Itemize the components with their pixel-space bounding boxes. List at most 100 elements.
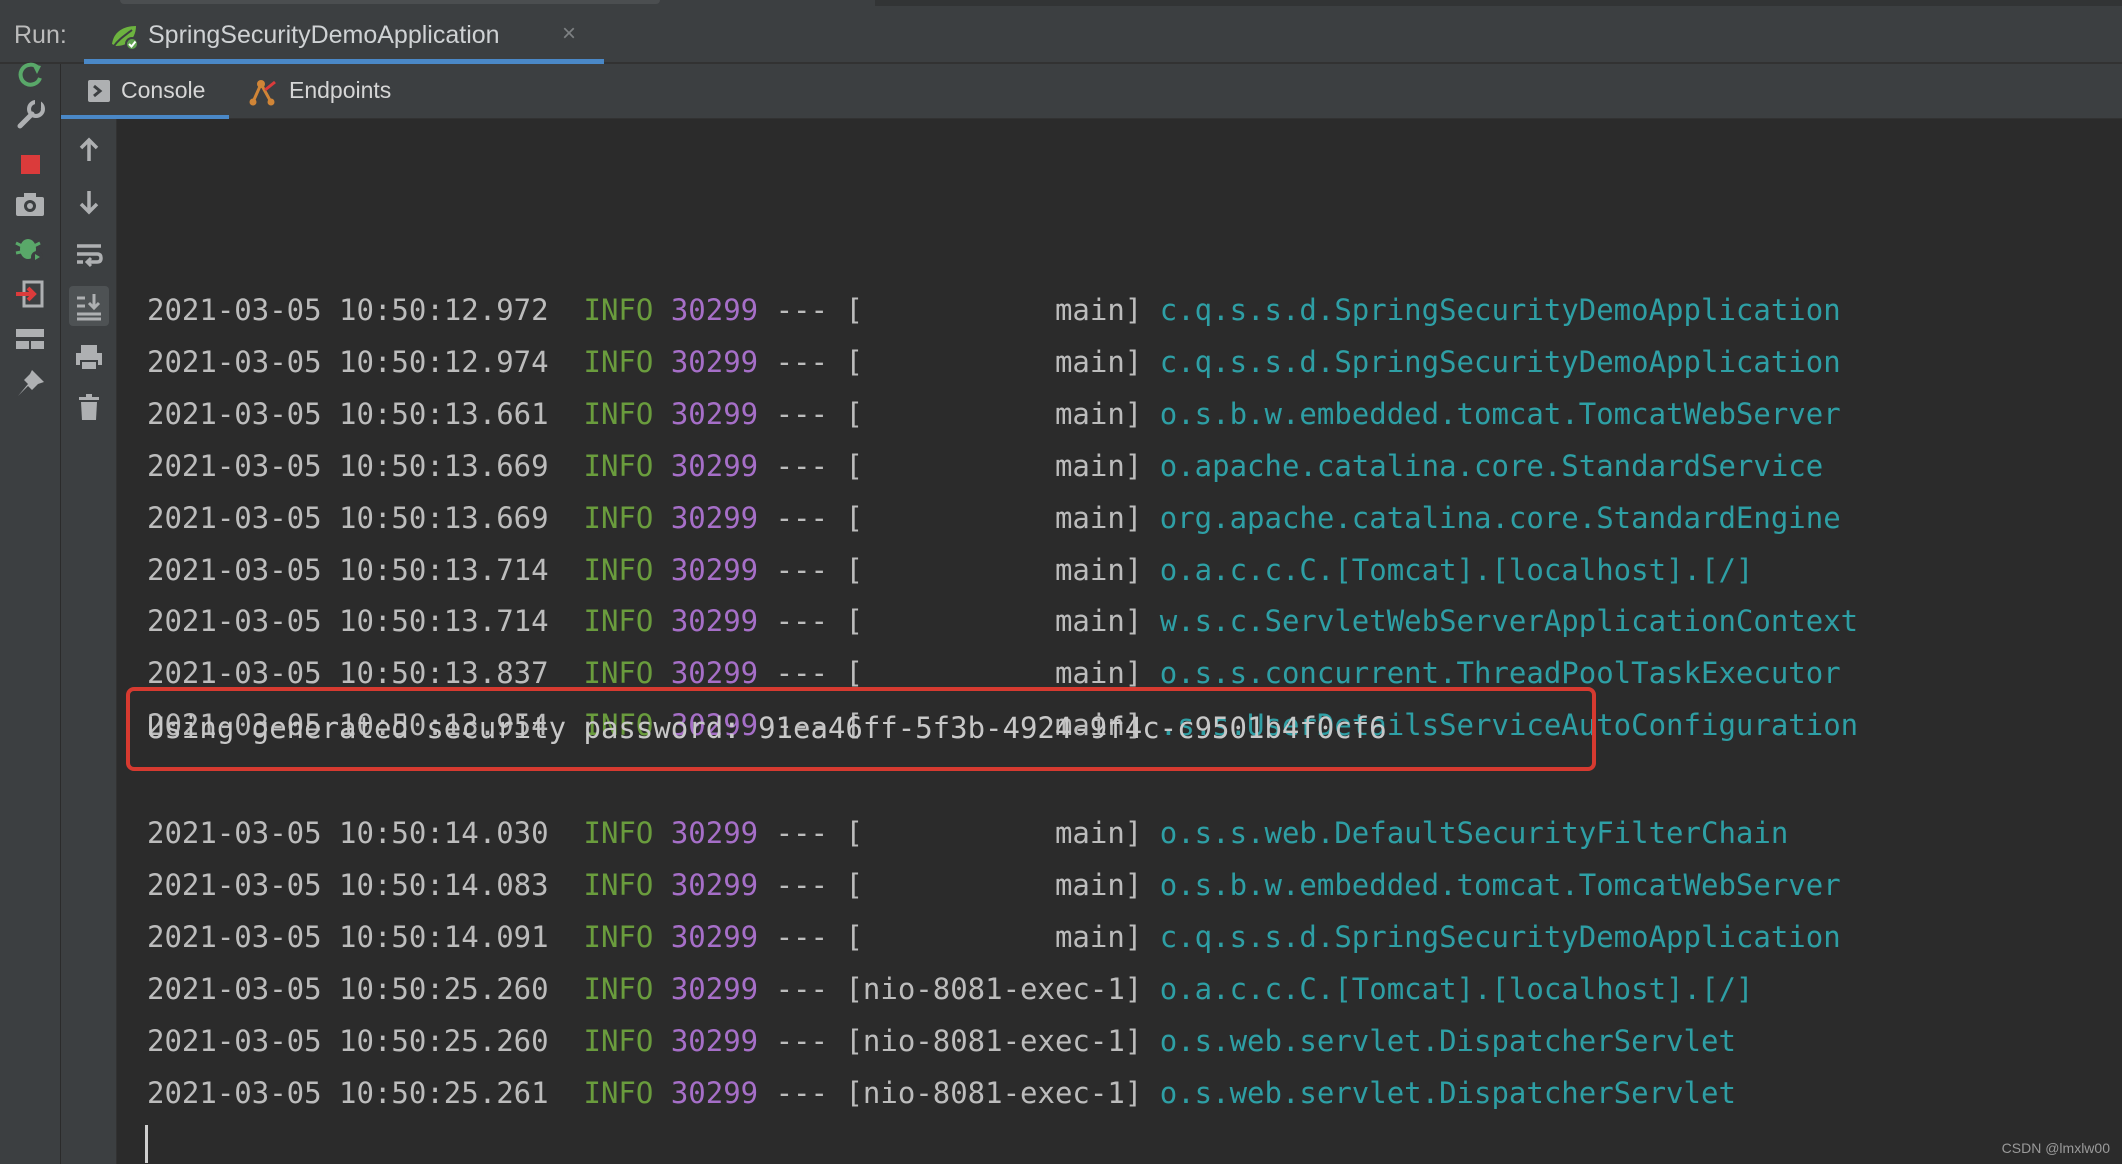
console-output[interactable]: · · 2021-03-05 10:50:12.972 INFO 30299 -… [117, 119, 2122, 1164]
log-line: 2021-03-05 10:50:25.260 INFO 30299 --- [… [147, 967, 1753, 1011]
top-strip-segment [120, 0, 660, 4]
tab-endpoints[interactable]: Endpoints [247, 64, 397, 118]
console-icon [88, 80, 110, 102]
close-tab-icon[interactable]: × [562, 20, 576, 48]
exit-icon[interactable] [10, 274, 50, 314]
log-level: INFO [583, 293, 654, 327]
run-toolbar [0, 62, 61, 1164]
log-separator: --- [775, 919, 828, 954]
camera-icon[interactable] [10, 184, 50, 224]
rerun-icon[interactable] [10, 54, 50, 94]
log-level: INFO [583, 396, 654, 431]
run-label: Run: [14, 21, 67, 49]
print-icon[interactable] [69, 337, 109, 377]
log-pid: 30299 [670, 448, 759, 483]
log-thread: [ main] [845, 396, 1143, 431]
log-line: 2021-03-05 10:50:25.260 INFO 30299 --- [… [147, 1019, 1736, 1063]
log-thread: [nio-8081-exec-1] [845, 1075, 1143, 1110]
log-logger: o.s.s.concurrent.ThreadPoolTaskExecutor [1159, 656, 1841, 691]
pin-icon[interactable] [10, 364, 50, 404]
log-separator: --- [775, 344, 828, 379]
soft-wrap-icon[interactable] [69, 234, 109, 274]
wrench-icon[interactable] [10, 94, 50, 134]
log-timestamp: 2021-03-05 10:50:13.669 [147, 500, 549, 535]
log-thread: [ main] [845, 867, 1143, 902]
log-thread: [ main] [845, 500, 1143, 535]
log-pid: 30299 [670, 816, 759, 850]
log-timestamp: 2021-03-05 10:50:25.261 [147, 1075, 549, 1110]
arrow-up-icon[interactable] [69, 130, 109, 170]
tab-console[interactable]: Console [61, 64, 229, 119]
run-configuration-tab[interactable]: SpringSecurityDemoApplication × [84, 8, 604, 64]
arrow-down-icon[interactable] [69, 182, 109, 222]
log-pid: 30299 [670, 656, 759, 691]
log-timestamp: 2021-03-05 10:50:14.083 [147, 867, 549, 902]
log-thread: [ main] [845, 552, 1143, 587]
generated-password-line: Using generated security password: 91ea4… [147, 711, 1387, 745]
log-logger: c.q.s.s.d.SpringSecurityDemoApplication [1159, 293, 1841, 327]
log-thread: [ main] [845, 293, 1143, 327]
log-separator: --- [775, 1075, 828, 1110]
log-level: INFO [583, 552, 654, 587]
log-logger: c.q.s.s.d.SpringSecurityDemoApplication [1159, 919, 1841, 954]
endpoints-icon [249, 80, 276, 106]
log-level: INFO [583, 919, 654, 954]
log-pid: 30299 [670, 1023, 759, 1058]
debug-icon[interactable] [10, 229, 50, 269]
log-level: INFO [583, 1023, 654, 1058]
log-timestamp: 2021-03-05 10:50:13.669 [147, 448, 549, 483]
log-pid: 30299 [670, 552, 759, 587]
log-thread: [ main] [845, 656, 1143, 691]
log-thread: [ main] [845, 448, 1143, 483]
log-level: INFO [583, 500, 654, 535]
log-level: INFO [583, 344, 654, 379]
log-line: 2021-03-05 10:50:14.083 INFO 30299 --- [… [147, 863, 1841, 907]
log-separator: --- [775, 396, 828, 431]
log-level: INFO [583, 604, 654, 639]
log-separator: --- [775, 656, 828, 691]
log-timestamp: 2021-03-05 10:50:25.260 [147, 971, 549, 1006]
log-logger: w.s.c.ServletWebServerApplicationContext [1159, 604, 1859, 639]
spring-boot-icon [112, 26, 139, 51]
log-timestamp: 2021-03-05 10:50:13.661 [147, 396, 549, 431]
log-thread: [ main] [845, 816, 1143, 850]
layout-icon[interactable] [10, 319, 50, 359]
log-logger: c.q.s.s.d.SpringSecurityDemoApplication [1159, 344, 1841, 379]
log-logger: o.apache.catalina.core.StandardService [1159, 448, 1824, 483]
log-timestamp: 2021-03-05 10:50:13.837 [147, 656, 549, 691]
log-separator: --- [775, 500, 828, 535]
scroll-to-end-icon[interactable] [69, 286, 109, 326]
log-line: 2021-03-05 10:50:13.714 INFO 30299 --- [… [147, 548, 1753, 592]
log-timestamp: 2021-03-05 10:50:12.974 [147, 344, 549, 379]
tab-console-label: Console [121, 77, 206, 103]
log-line: 2021-03-05 10:50:14.091 INFO 30299 --- [… [147, 915, 1841, 959]
log-logger: o.s.s.web.DefaultSecurityFilterChain [1159, 816, 1789, 850]
log-thread: [ main] [845, 344, 1143, 379]
log-thread: [ main] [845, 604, 1143, 639]
partially-visible-line: · · [147, 119, 1090, 131]
log-timestamp: 2021-03-05 10:50:14.030 [147, 816, 549, 850]
log-level: INFO [583, 816, 654, 850]
log-logger: o.a.c.c.C.[Tomcat].[localhost].[/] [1159, 552, 1754, 587]
log-separator: --- [775, 816, 828, 850]
log-pid: 30299 [670, 293, 759, 327]
text-caret [145, 1125, 148, 1163]
log-logger: o.s.b.w.embedded.tomcat.TomcatWebServer [1159, 396, 1841, 431]
log-pid: 30299 [670, 1075, 759, 1110]
log-timestamp: 2021-03-05 10:50:14.091 [147, 919, 549, 954]
log-level: INFO [583, 1075, 654, 1110]
log-pid: 30299 [670, 971, 759, 1006]
log-logger: o.s.b.w.embedded.tomcat.TomcatWebServer [1159, 867, 1841, 902]
log-level: INFO [583, 656, 654, 691]
stop-icon[interactable] [10, 144, 50, 184]
log-separator: --- [775, 552, 828, 587]
log-line: 2021-03-05 10:50:14.030 INFO 30299 --- [… [147, 811, 1788, 855]
log-logger: o.a.c.c.C.[Tomcat].[localhost].[/] [1159, 971, 1754, 1006]
log-pid: 30299 [670, 500, 759, 535]
log-timestamp: 2021-03-05 10:50:13.714 [147, 552, 549, 587]
top-strip-segment [875, 0, 2122, 6]
window-top-strip [0, 0, 2122, 8]
trash-icon[interactable] [69, 387, 109, 427]
log-separator: --- [775, 293, 828, 327]
run-tab-title: SpringSecurityDemoApplication [148, 21, 500, 49]
